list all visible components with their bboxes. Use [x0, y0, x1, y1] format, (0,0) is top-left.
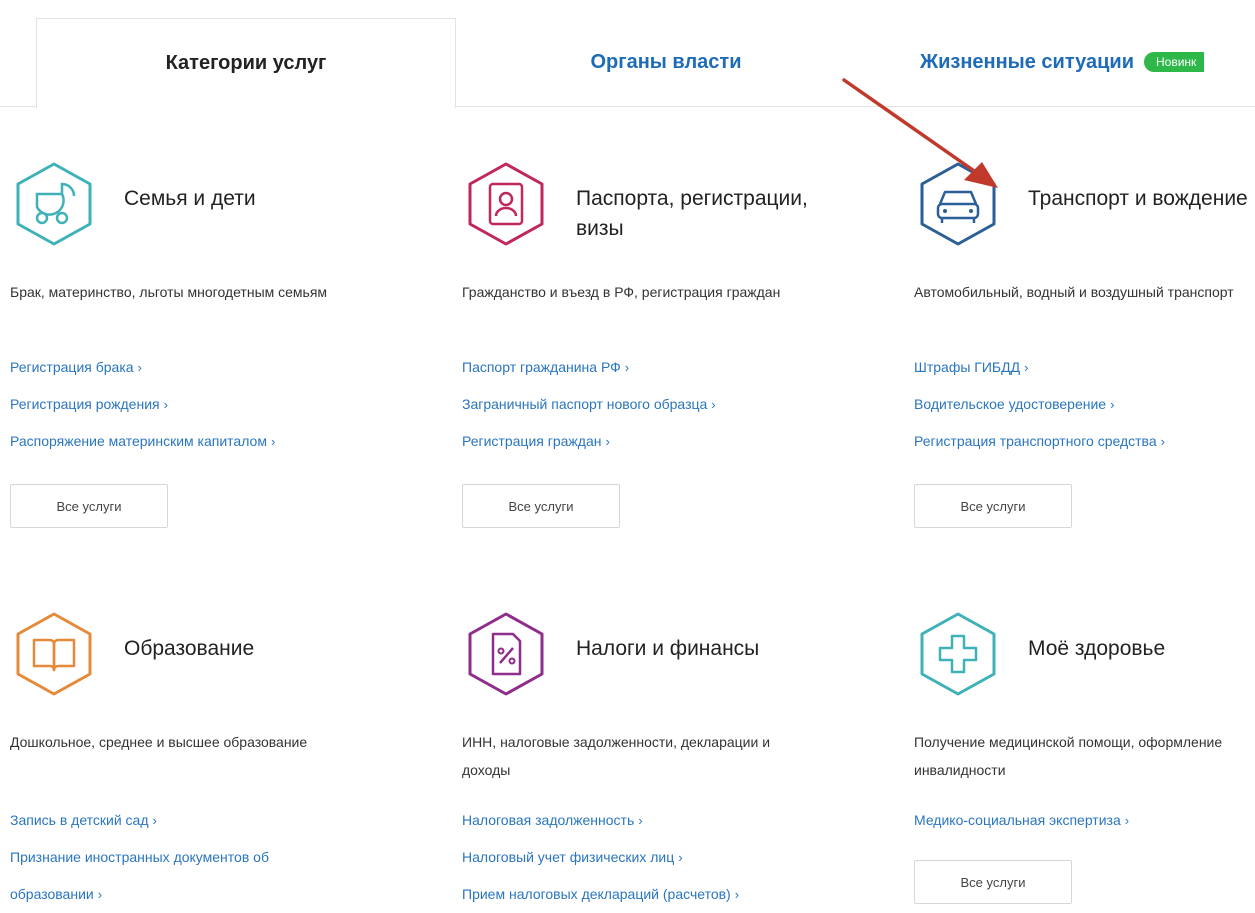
chevron-right-icon: › — [624, 360, 630, 375]
passport-icon — [468, 162, 544, 246]
all-services-button[interactable]: Все услуги — [462, 484, 620, 528]
category-title[interactable]: Семья и дети — [124, 184, 364, 214]
service-link[interactable]: Налоговый учет физических лиц › — [462, 839, 822, 876]
service-link[interactable]: Паспорт гражданина РФ › — [462, 349, 822, 386]
link-text: Регистрация граждан — [462, 433, 602, 449]
category-title[interactable]: Образование — [124, 634, 364, 664]
service-link[interactable]: Запись в детский сад › — [10, 802, 370, 839]
category-title[interactable]: Моё здоровье — [1028, 634, 1255, 664]
service-link[interactable]: Прием налоговых деклараций (расчетов) › — [462, 876, 822, 913]
chevron-right-icon: › — [97, 887, 103, 902]
chevron-right-icon: › — [711, 397, 716, 412]
service-link[interactable]: Заграничный паспорт нового образца › — [462, 386, 822, 423]
link-text: Заграничный паспорт нового образца — [462, 396, 708, 412]
chevron-right-icon: › — [605, 434, 610, 449]
category-description: Брак, материнство, льготы многодетным се… — [10, 284, 328, 300]
link-text: Регистрация транспортного средства — [914, 433, 1157, 449]
chevron-right-icon: › — [734, 887, 740, 902]
chevron-right-icon: › — [270, 434, 276, 449]
category-links: Штрафы ГИБДД › Водительское удостоверение… — [914, 349, 1255, 460]
link-text: Паспорт гражданина РФ — [462, 359, 621, 375]
chevron-right-icon: › — [1024, 360, 1029, 375]
link-text: Медико-социальная экспертиза — [914, 812, 1121, 828]
car-icon — [920, 162, 996, 246]
link-text: Налоговый учет физических лиц — [462, 849, 675, 865]
category-links: Налоговая задолженность › Налоговый учет … — [462, 802, 822, 913]
category-title[interactable]: Транспорт и вождение — [1028, 184, 1255, 214]
link-text: Запись в детский сад — [10, 812, 149, 828]
all-services-button[interactable]: Все услуги — [914, 484, 1072, 528]
chevron-right-icon: › — [163, 397, 168, 412]
link-text: Регистрация брака — [10, 359, 134, 375]
service-link[interactable]: Регистрация брака › — [10, 349, 370, 386]
category-description: Дошкольное, среднее и высшее образование — [10, 734, 308, 750]
chevron-right-icon: › — [638, 813, 643, 828]
medical-cross-icon — [920, 612, 996, 696]
category-description: Гражданство и въезд в РФ, регистрация гр… — [462, 284, 781, 300]
link-text: Регистрация рождения — [10, 396, 160, 412]
service-link[interactable]: Признание иностранных документов об обра… — [10, 839, 340, 913]
category-links: Паспорт гражданина РФ › Заграничный паспо… — [462, 349, 822, 460]
tax-document-icon — [468, 612, 544, 696]
service-link[interactable]: Регистрация транспортного средства › — [914, 423, 1255, 460]
chevron-right-icon: › — [1160, 434, 1165, 449]
service-link[interactable]: Регистрация граждан › — [462, 423, 822, 460]
link-text: Штрафы ГИБДД — [914, 359, 1021, 375]
chevron-right-icon: › — [137, 360, 142, 375]
link-text: Прием налоговых деклараций (расчетов) — [462, 886, 731, 902]
new-badge: Новинк — [1144, 52, 1205, 72]
link-text: Признание иностранных документов об обра… — [10, 849, 269, 902]
link-text: Налоговая задолженность — [462, 812, 635, 828]
link-text: Водительское удостоверение — [914, 396, 1107, 412]
link-text: Распоряжение материнским капиталом — [10, 433, 267, 449]
chevron-right-icon: › — [1124, 813, 1130, 828]
category-description: Автомобильный, водный и воздушный трансп… — [914, 284, 1234, 300]
category-links: Регистрация брака › Регистрация рождения ›… — [10, 349, 370, 460]
service-link[interactable]: Штрафы ГИБДД › — [914, 349, 1255, 386]
category-title[interactable]: Налоги и финансы — [576, 634, 816, 664]
tab-label: Категории услуг — [165, 52, 327, 74]
chevron-right-icon: › — [152, 813, 157, 828]
tab-authorities[interactable]: Органы власти — [456, 18, 876, 106]
service-link[interactable]: Регистрация рождения › — [10, 386, 370, 423]
all-services-button[interactable]: Все услуги — [10, 484, 168, 528]
tab-label: Жизненные ситуации — [920, 50, 1135, 73]
book-icon — [16, 612, 92, 696]
service-link[interactable]: Налоговая задолженность › — [462, 802, 822, 839]
category-description: Получение медицинской помощи, оформление… — [914, 734, 1223, 778]
service-link[interactable]: Распоряжение материнским капиталом › — [10, 423, 370, 460]
tab-label: Органы власти — [590, 50, 742, 73]
chevron-right-icon: › — [1110, 397, 1115, 412]
baby-stroller-icon — [16, 162, 92, 246]
service-link[interactable]: Медико-социальная экспертиза › — [914, 802, 1255, 839]
all-services-button[interactable]: Все услуги — [914, 860, 1072, 904]
tab-life-situations[interactable]: Жизненные ситуации Новинк — [920, 18, 1255, 106]
tab-categories[interactable]: Категории услуг — [36, 18, 456, 108]
chevron-right-icon: › — [678, 850, 683, 865]
category-title[interactable]: Паспорта, регистрации, визы — [576, 184, 816, 244]
category-tabs: Категории услуг Органы власти Жизненные … — [0, 18, 1255, 108]
category-description: ИНН, налоговые задолженности, декларации… — [462, 734, 771, 778]
category-links: Запись в детский сад › Признание иностран… — [10, 802, 370, 913]
category-links: Медико-социальная экспертиза › — [914, 802, 1255, 839]
service-link[interactable]: Водительское удостоверение › — [914, 386, 1255, 423]
